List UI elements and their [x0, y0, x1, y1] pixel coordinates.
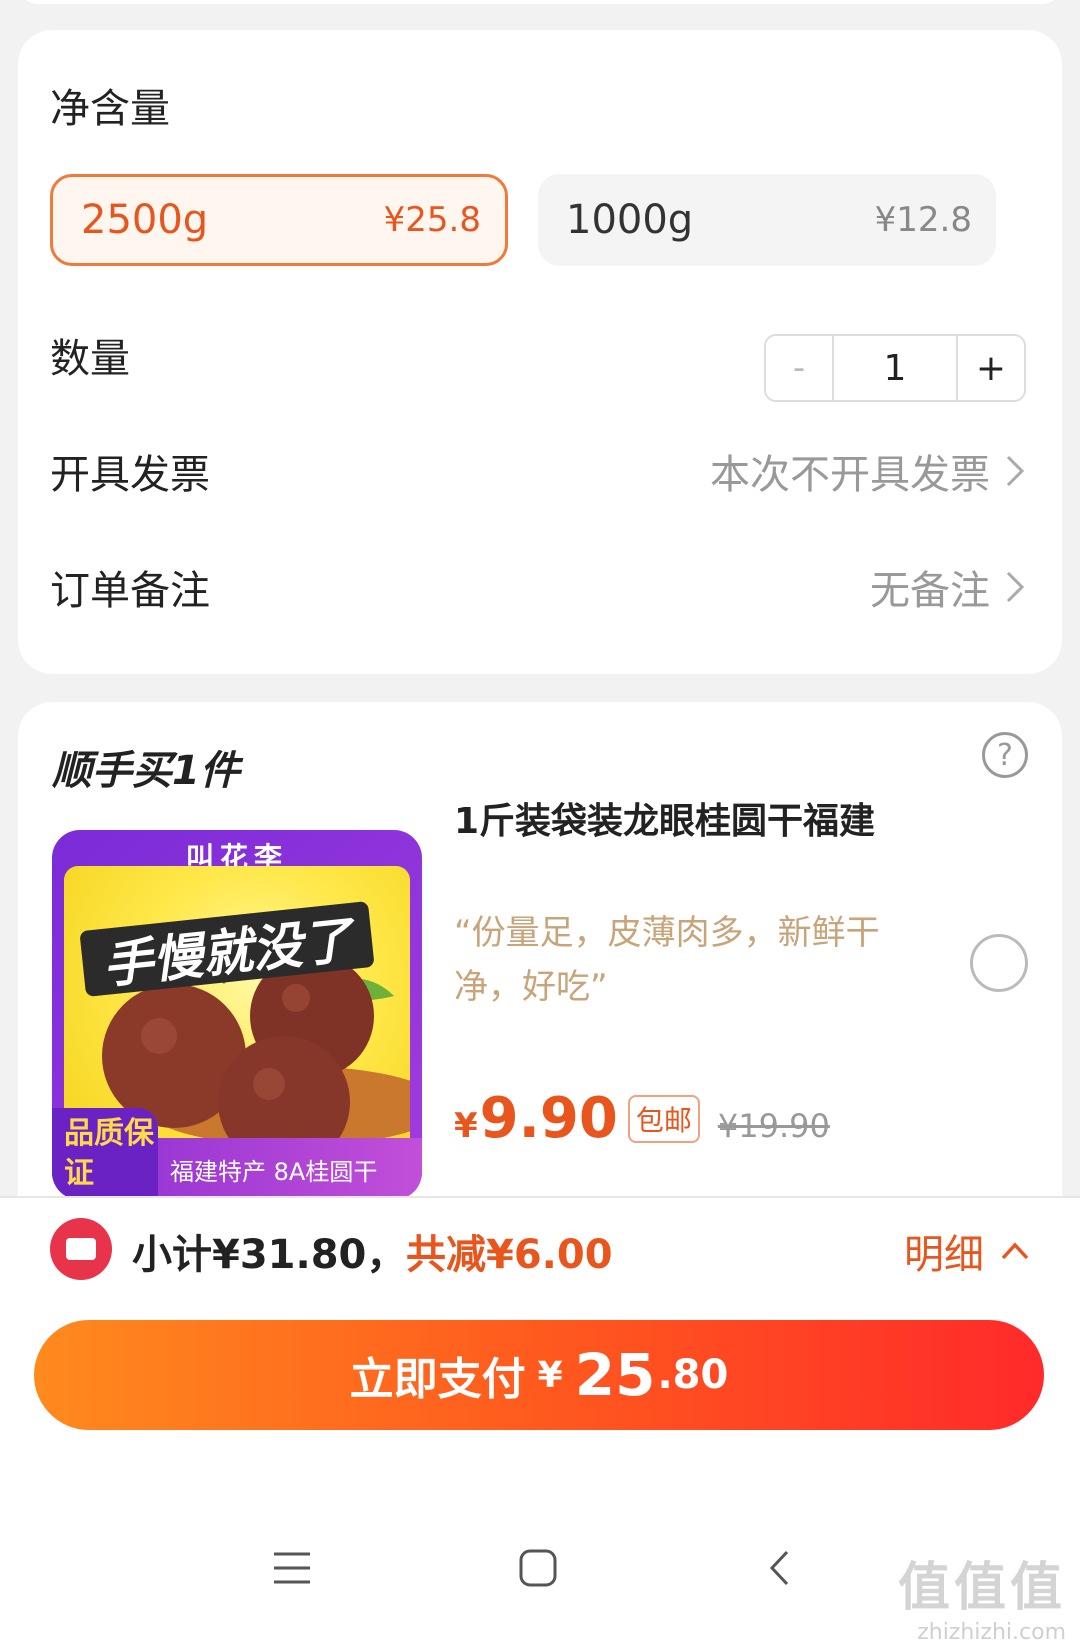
- pay-now-button[interactable]: 立即支付 ¥ 25 .80: [34, 1320, 1044, 1430]
- home-icon[interactable]: [508, 1538, 568, 1598]
- free-shipping-badge: 包邮: [627, 1094, 700, 1143]
- decrement-button[interactable]: -: [766, 336, 832, 400]
- watermark-logo: 值值值: [897, 1558, 1066, 1618]
- detail-toggle[interactable]: 明细: [904, 1222, 1030, 1280]
- pay-label: 立即支付: [349, 1354, 526, 1405]
- addon-select-radio[interactable]: [970, 934, 1028, 992]
- pay-amount-int: 25: [574, 1341, 656, 1409]
- spec-option-price: ¥25.8: [383, 200, 481, 240]
- addon-card: 顺手买1件 ? 叫花李 手慢就没了 福建特产 8A桂圆干 品质保证 1斤装袋装龙…: [18, 702, 1062, 1262]
- coupon-icon: [50, 1218, 112, 1280]
- addon-title: 顺手买1件: [52, 748, 240, 794]
- spec-option-name: 1000g: [566, 197, 694, 243]
- subtotal-text: 小计¥31.80，: [132, 1232, 407, 1278]
- watermark-site: zhizhizhi.com: [917, 1620, 1066, 1645]
- quantity-value[interactable]: 1: [832, 336, 958, 400]
- product-price: 9.90: [479, 1086, 618, 1151]
- watermark: 值值值 zhizhizhi.com: [898, 1545, 1066, 1645]
- product-review: “份量足，皮薄肉多，新鲜干净，好吃”: [454, 913, 880, 1007]
- increment-button[interactable]: +: [958, 336, 1024, 400]
- detail-label: 明细: [904, 1232, 984, 1278]
- chevron-right-icon: [1006, 571, 1025, 603]
- chevron-up-icon: [1001, 1242, 1029, 1260]
- quantity-label: 数量: [50, 336, 130, 382]
- quantity-stepper: - 1 +: [764, 334, 1026, 402]
- remark-value: 无备注: [870, 568, 990, 614]
- system-navbar: 值值值 zhizhizhi.com: [0, 1446, 1080, 1651]
- order-options-card: 净含量 2500g ¥25.8 1000g ¥12.8 数量 - 1 + 开具发…: [18, 30, 1062, 674]
- spec-option-name: 2500g: [81, 197, 209, 243]
- help-icon[interactable]: ?: [982, 732, 1028, 778]
- invoice-value: 本次不开具发票: [710, 452, 990, 498]
- spec-option-price: ¥12.8: [874, 200, 972, 240]
- spec-option-1000g[interactable]: 1000g ¥12.8: [538, 174, 996, 266]
- discount-text: 共减¥6.00: [406, 1232, 613, 1278]
- remark-label: 订单备注: [50, 568, 210, 614]
- remark-row[interactable]: 无备注: [870, 558, 1028, 616]
- product-price-row: ¥ 9.90 包邮 ¥19.90: [454, 1086, 830, 1151]
- spec-option-2500g[interactable]: 2500g ¥25.8: [50, 174, 508, 266]
- checkout-footer: 小计¥31.80， 共减¥6.00 明细 立即支付 ¥ 25 .80: [0, 1196, 1080, 1446]
- invoice-row[interactable]: 本次不开具发票: [710, 442, 1028, 500]
- product-image[interactable]: 叫花李 手慢就没了 福建特产 8A桂圆干 品质保证: [52, 830, 422, 1200]
- price-symbol: ¥: [454, 1106, 478, 1146]
- original-price: ¥19.90: [717, 1107, 830, 1145]
- pay-symbol: ¥: [537, 1354, 563, 1396]
- menu-icon[interactable]: [262, 1538, 322, 1598]
- previous-card-edge: [18, 0, 1062, 4]
- chevron-right-icon: [1006, 455, 1025, 487]
- product-image-quality-badge: 品质保证: [52, 1108, 158, 1200]
- spec-title: 净含量: [50, 86, 170, 132]
- back-icon[interactable]: [750, 1538, 810, 1598]
- product-title[interactable]: 1斤装袋装龙眼桂圆干福建: [454, 792, 875, 844]
- invoice-label: 开具发票: [50, 452, 210, 498]
- pay-amount-dec: .80: [657, 1352, 729, 1398]
